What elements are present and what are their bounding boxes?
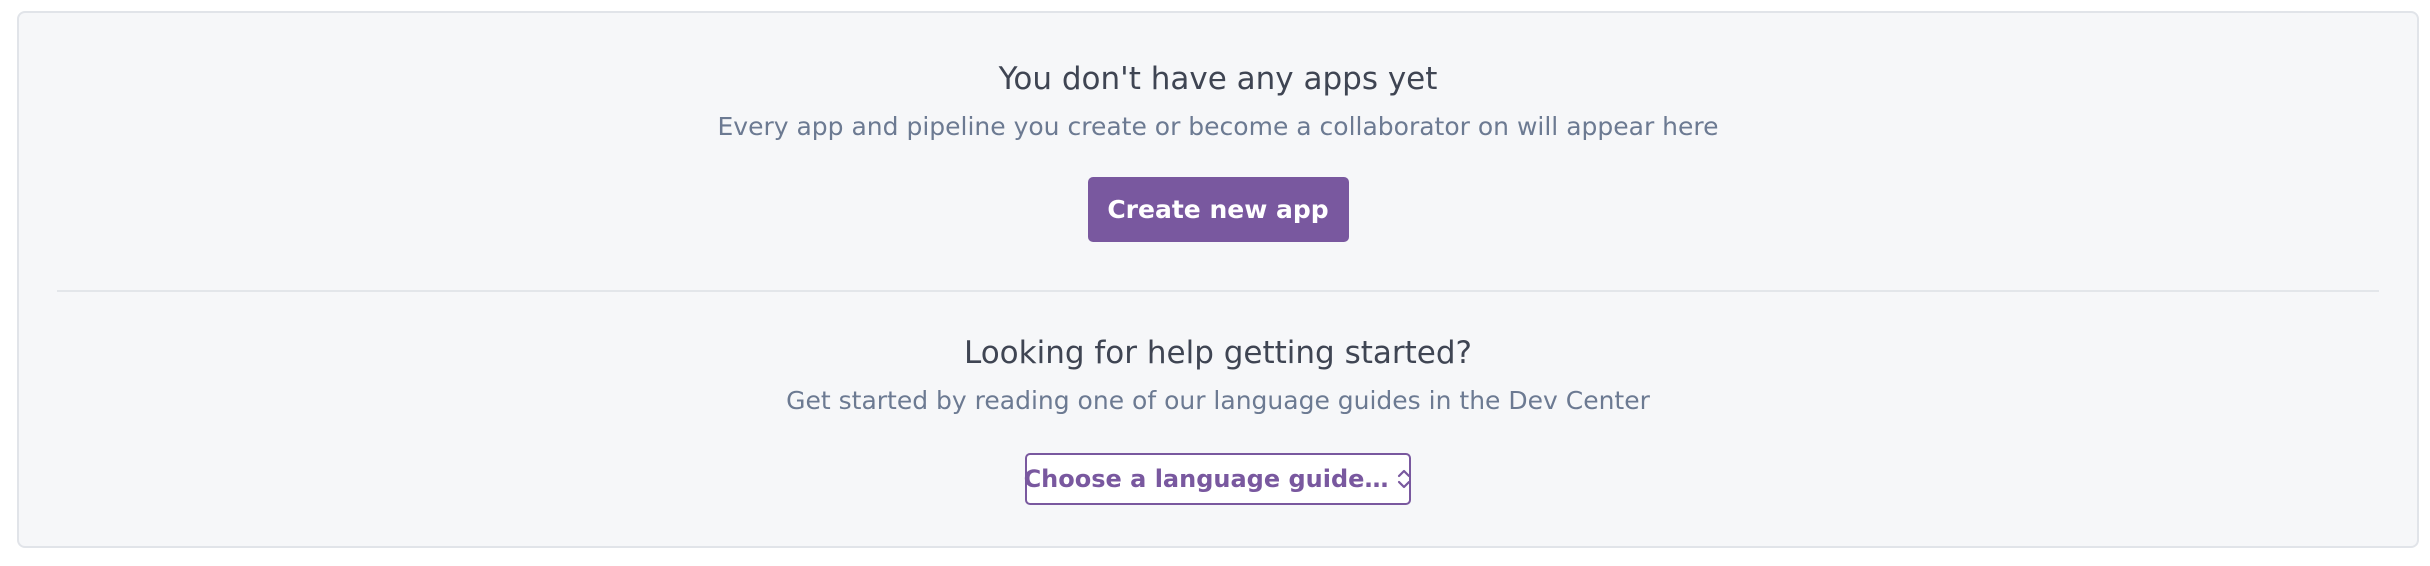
language-guide-select[interactable]: Choose a language guide… — [1023, 453, 1412, 505]
create-new-app-button[interactable]: Create new app — [1087, 177, 1349, 242]
help-subtitle: Get started by reading one of our langua… — [786, 386, 1650, 415]
empty-apps-subtitle: Every app and pipeline you create or bec… — [717, 112, 1719, 141]
apps-empty-panel: You don't have any apps yet Every app an… — [17, 11, 2419, 548]
empty-apps-section: You don't have any apps yet Every app an… — [19, 59, 2417, 242]
language-guide-select-label: Choose a language guide… — [1023, 465, 1389, 493]
empty-apps-title: You don't have any apps yet — [998, 61, 1438, 97]
help-title: Looking for help getting started? — [963, 335, 1472, 371]
help-section: Looking for help getting started? Get st… — [19, 333, 2417, 505]
section-divider — [57, 290, 2379, 292]
chevron-up-down-icon — [1396, 467, 1412, 491]
